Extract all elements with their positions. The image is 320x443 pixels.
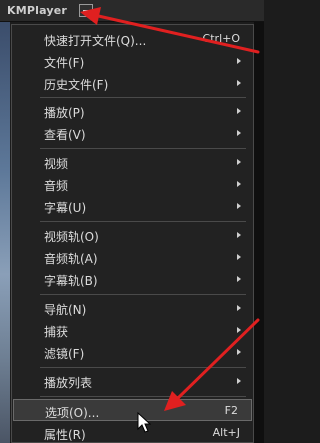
- menu-item-subtitle[interactable]: 字幕(U): [12, 195, 253, 217]
- menu-item-label: 历史文件(F): [44, 78, 109, 92]
- submenu-arrow-icon: [237, 58, 241, 64]
- app-title: KMPlayer: [7, 4, 68, 17]
- menu-item-shortcut: Alt+J: [212, 426, 240, 439]
- menu-item-label: 字幕轨(B): [44, 274, 98, 288]
- background-image-right: [254, 22, 264, 443]
- menu-item-history[interactable]: 历史文件(F): [12, 72, 253, 94]
- submenu-arrow-icon: [237, 378, 241, 384]
- menu-item-label: 视频: [44, 157, 69, 171]
- menu-item-shortcut: Ctrl+O: [202, 32, 240, 45]
- menu-item-audio-track[interactable]: 音频轨(A): [12, 246, 253, 268]
- menu-item-label: 捕获: [44, 325, 69, 339]
- menu-item-label: 导航(N): [44, 303, 87, 317]
- menu-item-video-track[interactable]: 视频轨(O): [12, 224, 253, 246]
- menu-item-label: 快速打开文件(Q)...: [44, 34, 147, 48]
- menu-separator: [40, 97, 246, 98]
- menu-item-label: 字幕(U): [44, 201, 87, 215]
- menu-separator: [40, 148, 246, 149]
- submenu-arrow-icon: [237, 130, 241, 136]
- submenu-arrow-icon: [237, 203, 241, 209]
- menu-item-label: 播放(P): [44, 106, 85, 120]
- menu-separator: [40, 367, 246, 368]
- menu-separator: [40, 221, 246, 222]
- menu-item-label: 视频轨(O): [44, 230, 99, 244]
- context-menu: 快速打开文件(Q)... Ctrl+O 文件(F) 历史文件(F) 播放(P) …: [11, 24, 254, 443]
- submenu-arrow-icon: [237, 80, 241, 86]
- menu-item-play[interactable]: 播放(P): [12, 100, 253, 122]
- background-image-left: [0, 22, 10, 443]
- submenu-arrow-icon: [237, 349, 241, 355]
- menu-item-properties[interactable]: 属性(R) Alt+J: [12, 422, 253, 443]
- submenu-arrow-icon: [237, 327, 241, 333]
- menu-item-capture[interactable]: 捕获: [12, 319, 253, 341]
- menu-item-label: 文件(F): [44, 56, 85, 70]
- menu-item-label: 属性(R): [44, 428, 86, 442]
- menu-item-audio[interactable]: 音频: [12, 173, 253, 195]
- menu-item-navigation[interactable]: 导航(N): [12, 297, 253, 319]
- menu-separator: [40, 294, 246, 295]
- menu-item-video[interactable]: 视频: [12, 151, 253, 173]
- menu-separator: [40, 396, 246, 397]
- menu-item-file[interactable]: 文件(F): [12, 50, 253, 72]
- submenu-arrow-icon: [237, 232, 241, 238]
- menu-item-filter[interactable]: 滤镜(F): [12, 341, 253, 363]
- mouse-cursor-icon: [137, 412, 151, 433]
- menu-item-shortcut: F2: [224, 404, 238, 417]
- menu-item-label: 选项(O)...: [45, 406, 100, 420]
- submenu-arrow-icon: [237, 254, 241, 260]
- menu-item-label: 滤镜(F): [44, 347, 85, 361]
- title-bar: KMPlayer: [0, 0, 264, 22]
- menu-item-subtitle-track[interactable]: 字幕轨(B): [12, 268, 253, 290]
- menu-item-label: 播放列表: [44, 376, 93, 390]
- menu-item-quick-open[interactable]: 快速打开文件(Q)... Ctrl+O: [12, 28, 253, 50]
- menu-button-icon[interactable]: [79, 4, 93, 17]
- submenu-arrow-icon: [237, 159, 241, 165]
- menu-item-playlist[interactable]: 播放列表: [12, 370, 253, 392]
- submenu-arrow-icon: [237, 181, 241, 187]
- menu-item-options[interactable]: 选项(O)... F2: [13, 399, 252, 421]
- menu-item-label: 音频轨(A): [44, 252, 98, 266]
- menu-item-label: 音频: [44, 179, 69, 193]
- submenu-arrow-icon: [237, 276, 241, 282]
- menu-item-view[interactable]: 查看(V): [12, 122, 253, 144]
- menu-item-label: 查看(V): [44, 128, 86, 142]
- submenu-arrow-icon: [237, 108, 241, 114]
- submenu-arrow-icon: [237, 305, 241, 311]
